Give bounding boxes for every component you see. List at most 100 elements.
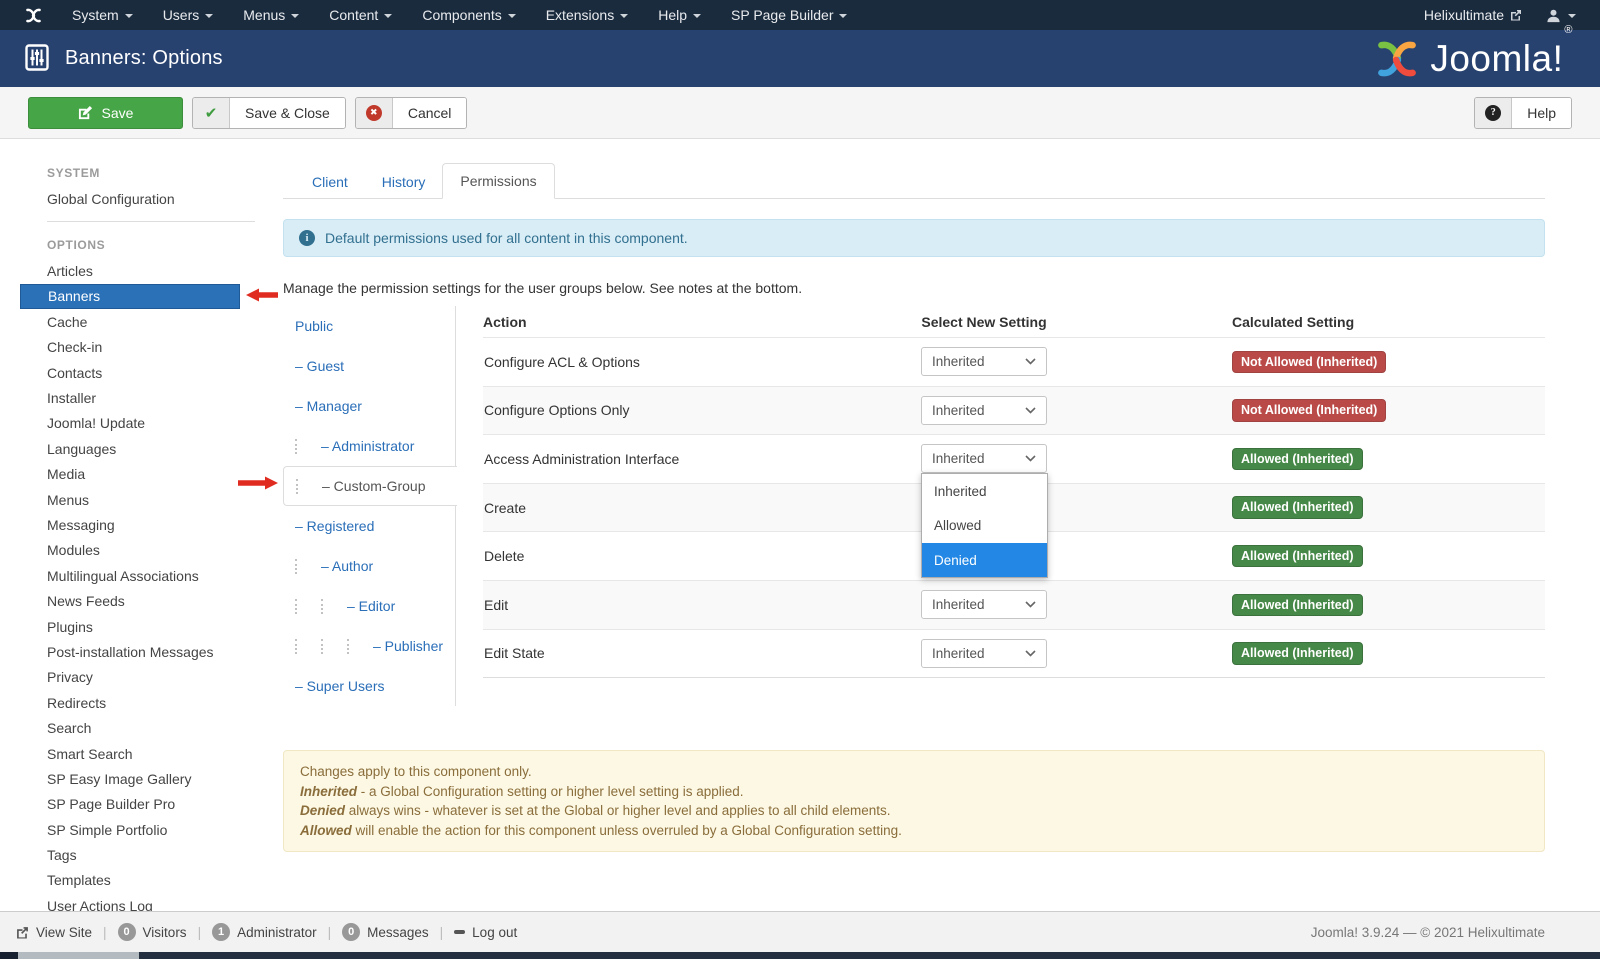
joomla-knot-color-icon — [1374, 36, 1420, 82]
action-label: Configure ACL & Options — [483, 354, 921, 370]
sidebar-item-contacts[interactable]: Contacts — [20, 360, 240, 385]
sidebar-item-media[interactable]: Media — [20, 462, 240, 487]
group-tab-custom-group[interactable]: – Custom-Group — [283, 466, 457, 506]
group-tab-registered[interactable]: – Registered — [283, 506, 455, 546]
dropdown-option-inherited[interactable]: Inherited — [922, 474, 1047, 508]
sidebar-heading-options: OPTIONS — [0, 232, 283, 258]
calculated-setting-badge: Allowed (Inherited) — [1232, 448, 1363, 471]
user-group-list: Public – Guest – Manager – Administrator… — [283, 306, 456, 706]
group-tab-administrator[interactable]: – Administrator — [283, 426, 455, 466]
menu-users[interactable]: Users — [148, 0, 229, 30]
save-close-button[interactable]: ✔ Save & Close — [192, 97, 346, 129]
view-site-template-link[interactable]: Helixultimate — [1412, 7, 1534, 23]
sidebar-item-smart-search[interactable]: Smart Search — [20, 741, 240, 766]
save-button[interactable]: Save — [28, 97, 183, 129]
sidebar-item-messaging[interactable]: Messaging — [20, 512, 240, 537]
joomla-knot-icon — [24, 6, 43, 25]
chevron-down-icon — [693, 14, 701, 18]
group-tab-manager[interactable]: – Manager — [283, 386, 455, 426]
group-tab-editor[interactable]: – Editor — [283, 586, 455, 626]
sidebar-item-sp-simple-portfolio[interactable]: SP Simple Portfolio — [20, 817, 240, 842]
setting-select[interactable]: Inherited — [921, 639, 1047, 668]
sidebar-item-global-configuration[interactable]: Global Configuration — [0, 186, 283, 211]
check-icon: ✔ — [205, 104, 218, 122]
page-title: Banners: Options — [65, 47, 223, 70]
chevron-down-icon — [508, 14, 516, 18]
tab-history[interactable]: History — [365, 165, 443, 199]
menu-help[interactable]: Help — [643, 0, 716, 30]
sidebar-item-privacy[interactable]: Privacy — [20, 665, 240, 690]
setting-select-open[interactable]: Inherited — [921, 444, 1047, 473]
calculated-setting-badge: Not Allowed (Inherited) — [1232, 351, 1386, 374]
setting-dropdown-menu: Inherited Allowed Denied — [921, 473, 1048, 578]
menu-sp-page-builder[interactable]: SP Page Builder — [716, 0, 862, 30]
action-label: Configure Options Only — [483, 402, 921, 418]
permissions-intro-text: Manage the permission settings for the u… — [283, 280, 1545, 296]
setting-select[interactable]: Inherited — [921, 347, 1047, 376]
dropdown-option-allowed[interactable]: Allowed — [922, 509, 1047, 543]
view-site-link[interactable]: View Site — [16, 925, 92, 940]
sidebar-item-plugins[interactable]: Plugins — [20, 614, 240, 639]
group-tab-author[interactable]: – Author — [283, 546, 455, 586]
sidebar-item-search[interactable]: Search — [20, 715, 240, 740]
group-tab-super-users[interactable]: – Super Users — [283, 666, 455, 706]
chevron-down-icon — [1568, 14, 1576, 18]
sidebar-item-post-installation-messages[interactable]: Post-installation Messages — [20, 639, 240, 664]
setting-select[interactable]: Inherited — [921, 590, 1047, 619]
calculated-setting-badge: Not Allowed (Inherited) — [1232, 399, 1386, 422]
logout-link[interactable]: Log out — [454, 925, 517, 940]
tab-client[interactable]: Client — [295, 165, 365, 199]
sidebar-item-installer[interactable]: Installer — [20, 385, 240, 410]
setting-select[interactable]: Inherited — [921, 396, 1047, 425]
edit-icon — [78, 105, 93, 120]
sidebar-item-menus[interactable]: Menus — [20, 487, 240, 512]
tree-indent-icon — [296, 479, 322, 494]
menu-components[interactable]: Components — [407, 0, 530, 30]
user-icon — [1546, 8, 1561, 23]
tree-indent-icon — [321, 599, 347, 614]
sidebar-item-languages[interactable]: Languages — [20, 436, 240, 461]
group-tab-public[interactable]: Public — [283, 306, 455, 346]
info-icon: i — [299, 230, 315, 246]
tab-permissions[interactable]: Permissions — [442, 163, 554, 199]
menu-menus[interactable]: Menus — [228, 0, 314, 30]
user-menu[interactable] — [1534, 8, 1600, 23]
sidebar-item-sp-easy-image-gallery[interactable]: SP Easy Image Gallery — [20, 766, 240, 791]
tree-indent-icon — [295, 439, 321, 454]
table-row: Configure Options Only Inherited Not All… — [483, 386, 1545, 435]
sidebar-item-news-feeds[interactable]: News Feeds — [20, 588, 240, 613]
sidebar-item-sp-page-builder-pro[interactable]: SP Page Builder Pro — [20, 792, 240, 817]
cancel-button[interactable]: ✖ Cancel — [355, 97, 468, 129]
info-alert-text: Default permissions used for all content… — [325, 230, 688, 246]
calculated-setting-badge: Allowed (Inherited) — [1232, 642, 1363, 665]
visitors-status[interactable]: 0 Visitors — [118, 923, 187, 941]
sidebar-item-cache[interactable]: Cache — [20, 309, 240, 334]
note-line: Allowed will enable the action for this … — [300, 821, 1528, 841]
sidebar-item-redirects[interactable]: Redirects — [20, 690, 240, 715]
sidebar-item-modules[interactable]: Modules — [20, 538, 240, 563]
sidebar-item-joomla-update[interactable]: Joomla! Update — [20, 411, 240, 436]
menu-content[interactable]: Content — [314, 0, 407, 30]
logout-icon — [454, 930, 465, 934]
sidebar-item-check-in[interactable]: Check-in — [20, 335, 240, 360]
table-row: Configure ACL & Options Inherited Not Al… — [483, 337, 1545, 386]
permissions-panel: Public – Guest – Manager – Administrator… — [283, 306, 1545, 706]
permissions-table-header: Action Select New Setting Calculated Set… — [483, 306, 1545, 337]
sidebar-item-articles[interactable]: Articles — [20, 258, 240, 283]
main-content: Client History Permissions i Default per… — [283, 139, 1545, 852]
sidebar-item-multilingual-associations[interactable]: Multilingual Associations — [20, 563, 240, 588]
joomla-admin-page: { "top_nav": { "items": [ {"label": "Sys… — [0, 0, 1600, 959]
sidebar-item-tags[interactable]: Tags — [20, 842, 240, 867]
menu-extensions[interactable]: Extensions — [531, 0, 643, 30]
group-tab-guest[interactable]: – Guest — [283, 346, 455, 386]
administrators-status[interactable]: 1 Administrator — [212, 923, 317, 941]
menu-system[interactable]: System — [57, 0, 148, 30]
group-tab-publisher[interactable]: – Publisher — [283, 626, 455, 666]
sidebar-item-templates[interactable]: Templates — [20, 868, 240, 893]
tree-indent-icon — [295, 639, 321, 654]
help-button[interactable]: ? Help — [1474, 97, 1572, 129]
dropdown-option-denied[interactable]: Denied — [922, 543, 1047, 577]
sidebar-item-banners[interactable]: Banners — [20, 284, 240, 309]
status-bar: View Site | 0 Visitors | 1 Administrator… — [0, 911, 1600, 952]
messages-status[interactable]: 0 Messages — [342, 923, 429, 941]
